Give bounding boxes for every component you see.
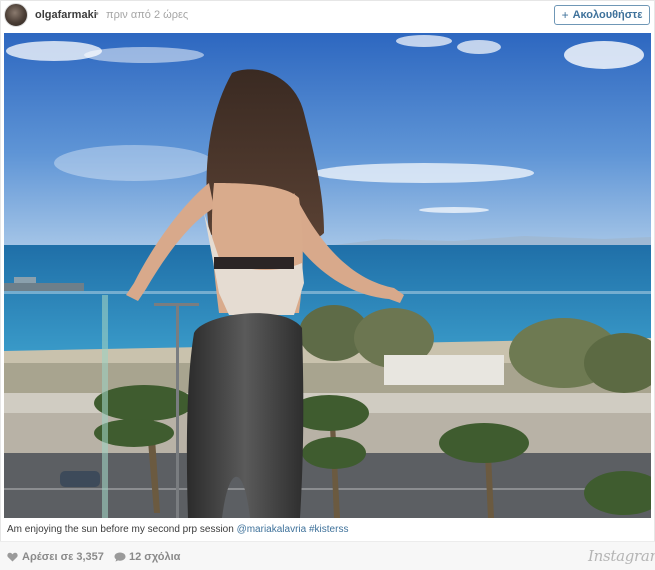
post-photo[interactable] [4, 33, 651, 518]
comments-count[interactable]: 12 σχόλια [129, 551, 180, 563]
avatar[interactable] [4, 3, 28, 27]
post-footer: Αρέσει σε 3,357 12 σχόλια Instagram [0, 541, 655, 570]
separator-dot: • [95, 8, 99, 20]
speech-bubble-icon[interactable] [114, 552, 126, 562]
timestamp[interactable]: πριν από 2 ώρες [106, 9, 188, 21]
post-header: olgafarmaki • πριν από 2 ώρες + Ακολουθή… [0, 0, 655, 31]
caption-text: Am enjoying the sun before my second prp… [7, 524, 237, 535]
instagram-logo[interactable]: Instagram [588, 547, 655, 565]
follow-button[interactable]: + Ακολουθήστε [554, 5, 650, 25]
post-caption: Am enjoying the sun before my second prp… [7, 524, 348, 535]
heart-icon[interactable] [7, 552, 18, 562]
plus-icon: + [561, 8, 569, 22]
photo-illustration [4, 33, 651, 518]
username-link[interactable]: olgafarmaki [35, 9, 97, 21]
hashtag-link[interactable]: #kisterss [309, 524, 348, 535]
likes-count[interactable]: Αρέσει σε 3,357 [22, 551, 104, 563]
follow-button-label: Ακολουθήστε [572, 9, 643, 21]
mention-link[interactable]: @mariakalavria [237, 524, 307, 535]
